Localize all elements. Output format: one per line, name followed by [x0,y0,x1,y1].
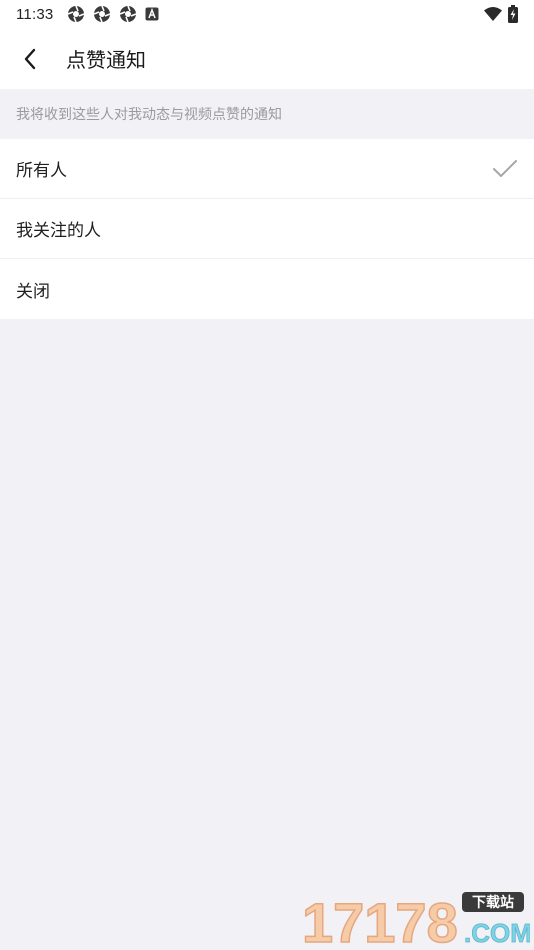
option-everyone[interactable]: 所有人 [0,139,534,199]
system-icons [484,5,518,23]
notification-options-list: 所有人 我关注的人 关闭 [0,139,534,319]
aperture-icon [120,5,137,23]
header-bar: 点赞通知 [0,28,534,89]
chevron-left-icon [24,48,36,69]
option-off[interactable]: 关闭 [0,259,534,319]
back-button[interactable] [0,28,60,89]
watermark-number: 17178 [302,891,458,948]
wifi-icon [484,7,502,21]
watermark-domain: .COM [464,918,530,948]
section-hint: 我将收到这些人对我动态与视频点赞的通知 [16,107,282,123]
watermark-tag: 下载站 [472,894,514,911]
site-watermark: 17178 下载站 .COM [301,890,530,948]
battery-charging-icon [508,5,518,23]
option-label: 所有人 [16,161,67,181]
status-time: 11:33 [16,5,54,23]
option-label: 我关注的人 [16,221,101,241]
status-bar: 11:33 [0,0,534,28]
a-box-icon [145,7,159,21]
page-title: 点赞通知 [66,48,146,72]
checkmark-icon [492,156,518,182]
aperture-icon [94,5,111,23]
aperture-icon [68,5,85,23]
option-label: 关闭 [16,281,50,302]
option-followed[interactable]: 我关注的人 [0,199,534,259]
notification-icons [67,5,159,23]
